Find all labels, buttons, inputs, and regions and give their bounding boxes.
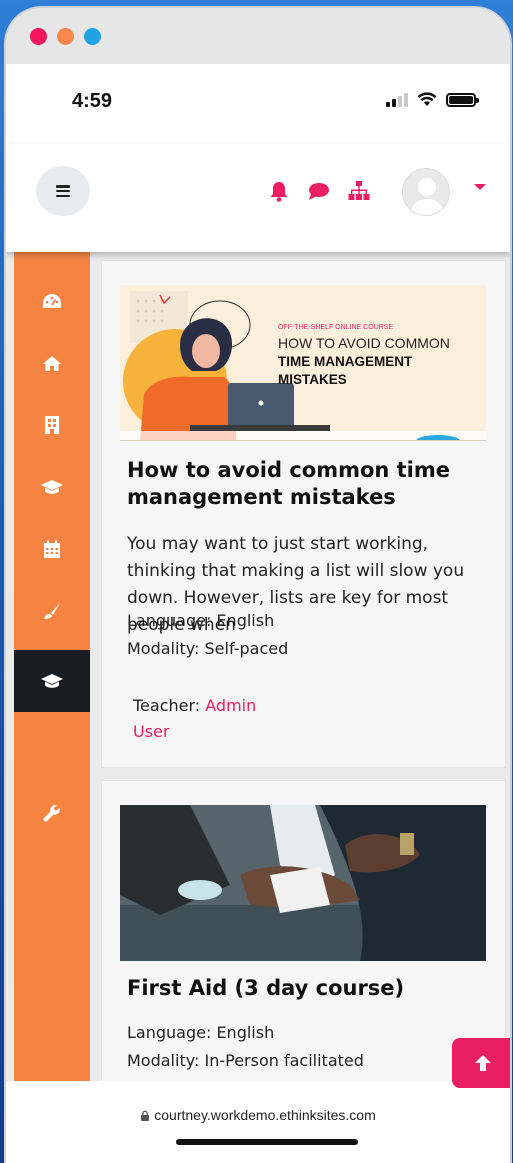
- sidebar-item-settings[interactable]: [14, 782, 90, 844]
- battery-icon: [446, 92, 479, 107]
- course-language: Language: English: [127, 1023, 275, 1042]
- brush-icon: [44, 603, 60, 619]
- graduation-cap-icon: [41, 480, 63, 494]
- sidebar-item-home[interactable]: [14, 332, 90, 394]
- minimize-window-button[interactable]: [57, 27, 74, 45]
- window-titlebar: [6, 8, 510, 64]
- sidebar-item-dashboard[interactable]: [14, 270, 90, 332]
- caret-down-icon[interactable]: [474, 184, 486, 190]
- close-window-button[interactable]: [30, 27, 47, 45]
- status-icons: [386, 92, 479, 107]
- phone-frame: 4:59 OFF-THE-SHELF ONLINE COURSE HOW TO …: [4, 6, 512, 1163]
- sidebar-item-courses[interactable]: [14, 456, 90, 518]
- course-title[interactable]: How to avoid common time management mist…: [127, 457, 487, 511]
- user-avatar[interactable]: [402, 168, 450, 216]
- course-banner-illustration: OFF-THE-SHELF ONLINE COURSE HOW TO AVOID…: [120, 285, 486, 440]
- course-thumbnail[interactable]: [120, 805, 486, 961]
- course-modality: Modality: In-Person facilitated: [127, 1051, 364, 1070]
- course-title[interactable]: First Aid (3 day course): [127, 975, 487, 1002]
- first-aid-photo: [120, 805, 486, 961]
- building-icon: [45, 416, 59, 434]
- home-icon: [43, 355, 61, 371]
- app-header: [6, 144, 510, 252]
- teacher-label: Teacher:: [133, 696, 206, 715]
- menu-icon: [56, 185, 70, 197]
- status-bar: 4:59: [6, 64, 510, 144]
- avatar-icon: [409, 178, 445, 215]
- course-thumbnail[interactable]: OFF-THE-SHELF ONLINE COURSE HOW TO AVOID…: [120, 285, 486, 441]
- banner-line3: MISTAKES: [278, 372, 347, 387]
- course-language: Language: English: [127, 611, 275, 630]
- graduation-cap-icon: [41, 674, 63, 688]
- chat-icon[interactable]: [308, 180, 330, 202]
- bell-icon[interactable]: [268, 180, 290, 202]
- sitemap-icon[interactable]: [348, 180, 370, 202]
- url-text: courtney.workdemo.ethinksites.com: [154, 1107, 376, 1123]
- signal-icon: [386, 92, 408, 107]
- banner-line2: TIME MANAGEMENT: [278, 354, 413, 369]
- sidebar-item-brush[interactable]: [14, 580, 90, 642]
- main-content: OFF-THE-SHELF ONLINE COURSE HOW TO AVOID…: [6, 252, 510, 1081]
- home-indicator[interactable]: [176, 1139, 358, 1145]
- calendar-icon: [44, 540, 60, 558]
- back-to-top-button[interactable]: [452, 1038, 510, 1088]
- lock-icon: [141, 1110, 150, 1121]
- course-modality: Modality: Self-paced: [127, 639, 289, 658]
- arrow-up-icon: [475, 1055, 491, 1071]
- course-teacher: Teacher: Admin User: [133, 693, 293, 745]
- status-time: 4:59: [72, 90, 113, 112]
- dashboard-icon: [43, 294, 61, 308]
- browser-url-bar[interactable]: courtney.workdemo.ethinksites.com: [6, 1081, 510, 1163]
- wrench-icon: [43, 805, 60, 822]
- sidebar-item-calendar[interactable]: [14, 518, 90, 580]
- sidebar-item-building[interactable]: [14, 394, 90, 456]
- banner-kicker: OFF-THE-SHELF ONLINE COURSE: [278, 324, 393, 331]
- wifi-icon: [417, 92, 437, 106]
- url-display[interactable]: courtney.workdemo.ethinksites.com: [6, 1107, 510, 1123]
- course-card[interactable]: First Aid (3 day course) Language: Engli…: [101, 780, 506, 1081]
- sidebar-item-learning-active[interactable]: [14, 650, 90, 712]
- menu-toggle-button[interactable]: [36, 166, 90, 216]
- maximize-window-button[interactable]: [84, 27, 101, 45]
- banner-line1: HOW TO AVOID COMMON: [278, 335, 450, 351]
- sidebar: [14, 252, 90, 1081]
- course-card[interactable]: OFF-THE-SHELF ONLINE COURSE HOW TO AVOID…: [101, 260, 506, 768]
- header-actions: [268, 180, 370, 202]
